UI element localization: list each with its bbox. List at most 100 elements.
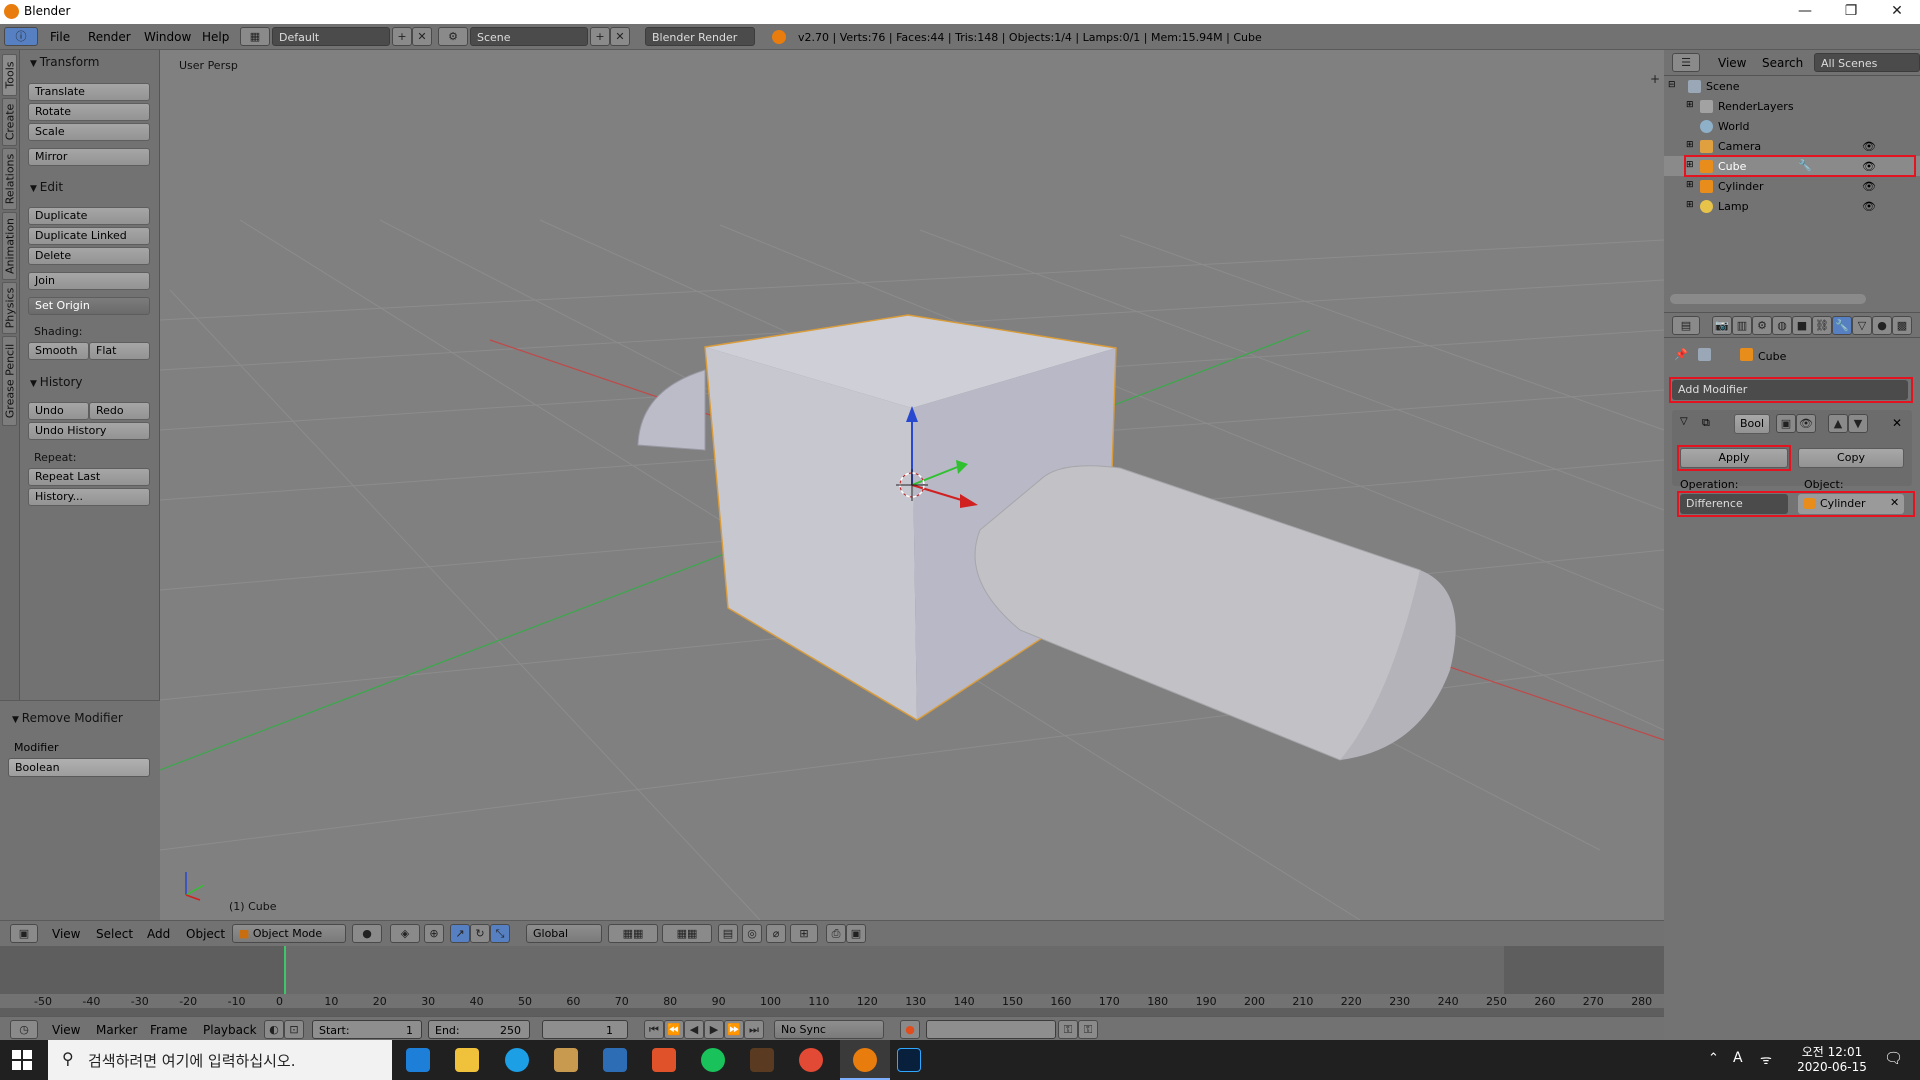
editor-type-timeline-icon[interactable]: ◷ [10, 1020, 38, 1039]
clock[interactable]: 오전 12:01 2020-06-15 [1792, 1043, 1872, 1074]
next-key-icon[interactable]: ⏩ [724, 1020, 744, 1039]
tray-chevron-icon[interactable]: ⌃ [1708, 1051, 1719, 1066]
app-4-icon[interactable] [750, 1048, 774, 1072]
playback-menu[interactable]: Playback [203, 1023, 257, 1037]
scene-field[interactable]: Scene [470, 27, 588, 46]
menu-help[interactable]: Help [202, 30, 229, 44]
blender-taskbar-item[interactable] [840, 1040, 890, 1080]
scene-tab-icon[interactable]: ⚙ [1752, 316, 1772, 335]
lock-time-icon[interactable]: ⊡ [284, 1020, 304, 1039]
menu-file[interactable]: File [50, 30, 70, 44]
start-frame-field[interactable]: Start: 1 [312, 1020, 422, 1039]
file-explorer-icon[interactable] [455, 1048, 479, 1072]
rotate-button[interactable]: Rotate [28, 103, 150, 121]
visibility-icon[interactable]: 👁 [1862, 180, 1876, 193]
manipulator-toggle-icon[interactable]: ⊕ [424, 924, 444, 943]
tab-relations[interactable]: Relations [2, 148, 17, 210]
undo-history-button[interactable]: Undo History [28, 422, 150, 440]
outliner-row-world[interactable]: World [1664, 116, 1920, 136]
current-frame-marker[interactable] [284, 946, 286, 994]
keying-set-field[interactable] [926, 1020, 1056, 1039]
outliner-row-renderlayers[interactable]: ⊞ RenderLayers [1664, 96, 1920, 116]
mode-select[interactable]: ■ Object Mode [232, 924, 346, 943]
frame-menu[interactable]: Frame [150, 1023, 187, 1037]
timeline-view-menu[interactable]: View [52, 1023, 80, 1037]
snap-element-icon[interactable]: ⊞ [790, 924, 818, 943]
tab-tools[interactable]: Tools [2, 54, 17, 96]
end-frame-field[interactable]: End: 250 [428, 1020, 530, 1039]
layers-2-icon[interactable]: ▦▦ [662, 924, 712, 943]
material-tab-icon[interactable]: ● [1872, 316, 1892, 335]
close-icon[interactable]: ✕ [1874, 0, 1920, 24]
current-frame-field[interactable]: 1 [542, 1020, 628, 1039]
jump-end-icon[interactable]: ⏭ [744, 1020, 764, 1039]
rotate-manipulator-icon[interactable]: ↻ [470, 924, 490, 943]
viewport-toggle-icon[interactable]: 👁 [1796, 414, 1816, 433]
remove-layout-icon[interactable]: ✕ [412, 27, 432, 46]
lock-layers-icon[interactable]: ▤ [718, 924, 738, 943]
scene-icon[interactable]: ⚙ [438, 27, 468, 46]
editor-type-outliner-icon[interactable]: ☰ [1672, 53, 1700, 72]
3d-viewport[interactable]: User Persp (1) Cube + [160, 50, 1664, 920]
duplicate-linked-button[interactable]: Duplicate Linked [28, 227, 150, 245]
visibility-icon[interactable]: 👁 [1862, 140, 1876, 153]
outliner-search-menu[interactable]: Search [1762, 56, 1803, 70]
remove-scene-icon[interactable]: ✕ [610, 27, 630, 46]
windows-start-icon[interactable] [12, 1050, 32, 1070]
view-menu[interactable]: View [52, 927, 80, 941]
input-language[interactable]: A [1733, 1050, 1743, 1066]
menu-window[interactable]: Window [144, 30, 191, 44]
outliner-row-lamp[interactable]: ⊞ Lamp 👁 [1664, 196, 1920, 216]
properties-toggle-icon[interactable]: + [1650, 72, 1660, 86]
render-toggle-icon[interactable]: ▣ [1776, 414, 1796, 433]
outliner-row-scene[interactable]: ⊟ Scene [1664, 76, 1920, 96]
app-3-icon[interactable] [701, 1048, 725, 1072]
play-icon[interactable]: ▶ [704, 1020, 724, 1039]
add-scene-icon[interactable]: + [590, 27, 610, 46]
visibility-icon[interactable]: 👁 [1862, 200, 1876, 213]
select-menu[interactable]: Select [96, 927, 133, 941]
repeat-last-button[interactable]: Repeat Last [28, 468, 150, 486]
transform-panel-header[interactable]: Transform [30, 55, 100, 69]
prev-key-icon[interactable]: ⏪ [664, 1020, 684, 1039]
tab-create[interactable]: Create [2, 98, 17, 146]
translate-manipulator-icon[interactable]: ↗ [450, 924, 470, 943]
insert-keyframe-icon[interactable]: ⚿ [1058, 1020, 1078, 1039]
object-menu[interactable]: Object [186, 927, 225, 941]
use-preview-range-icon[interactable]: ◐ [264, 1020, 284, 1039]
move-down-icon[interactable]: ▼ [1848, 414, 1868, 433]
layers-1-icon[interactable]: ▦▦ [608, 924, 658, 943]
orientation-select[interactable]: Global [526, 924, 602, 943]
mirror-button[interactable]: Mirror [28, 148, 150, 166]
app-2-icon[interactable] [652, 1048, 676, 1072]
world-tab-icon[interactable]: ◍ [1772, 316, 1792, 335]
outliner-scrollbar[interactable] [1670, 294, 1866, 304]
translate-button[interactable]: Translate [28, 83, 150, 101]
layout-grid-icon[interactable]: ▦ [240, 27, 270, 46]
duplicate-button[interactable]: Duplicate [28, 207, 150, 225]
add-menu[interactable]: Add [147, 927, 170, 941]
opengl-render-icon[interactable]: ▣ [846, 924, 866, 943]
operator-modifier-field[interactable]: Boolean [8, 758, 150, 777]
timeline[interactable] [0, 946, 1664, 1026]
remove-modifier-icon[interactable]: ✕ [1892, 416, 1902, 430]
constraints-tab-icon[interactable]: ⛓ [1812, 316, 1832, 335]
jump-start-icon[interactable]: ⏮ [644, 1020, 664, 1039]
scale-button[interactable]: Scale [28, 123, 150, 141]
network-icon[interactable]: ᯤ [1760, 1050, 1772, 1068]
restore-icon[interactable]: ❐ [1828, 0, 1874, 24]
layers-tab-icon[interactable]: ▥ [1732, 316, 1752, 335]
edit-panel-header[interactable]: Edit [30, 180, 63, 194]
history-panel-header[interactable]: History [30, 375, 83, 389]
render-tab-icon[interactable]: 📷 [1712, 316, 1732, 335]
editor-type-3d-icon[interactable]: ▣ [10, 924, 38, 943]
outliner-row-camera[interactable]: ⊞ Camera 👁 [1664, 136, 1920, 156]
chrome-icon[interactable] [799, 1048, 823, 1072]
proportional-edit-icon[interactable]: ◎ [742, 924, 762, 943]
delete-keyframe-icon[interactable]: ⚿ [1078, 1020, 1098, 1039]
redo-button[interactable]: Redo [89, 402, 150, 420]
operator-title[interactable]: ▼ Remove Modifier [12, 711, 123, 725]
texture-tab-icon[interactable]: ▩ [1892, 316, 1912, 335]
tab-grease-pencil[interactable]: Grease Pencil [2, 336, 17, 426]
marker-menu[interactable]: Marker [96, 1023, 137, 1037]
